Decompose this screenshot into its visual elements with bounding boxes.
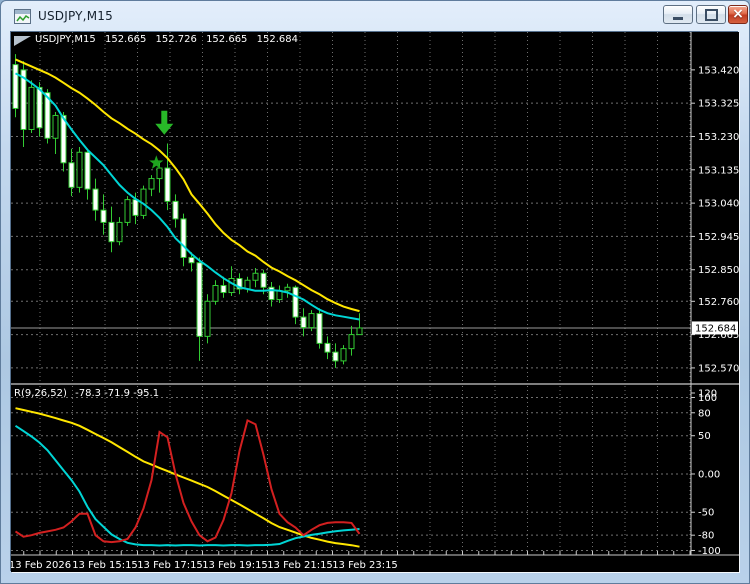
grid-layer	[11, 32, 691, 554]
svg-text:152.945: 152.945	[698, 232, 739, 243]
ma-fast-line	[16, 73, 360, 319]
svg-text:153.420: 153.420	[698, 65, 739, 76]
chart-window: USDJPY,M15 × 153.420 153.325 153.230 153.13…	[0, 0, 750, 584]
svg-text:152.684: 152.684	[695, 323, 736, 334]
svg-text:-80: -80	[698, 531, 714, 542]
pane-separator[interactable]	[11, 383, 739, 385]
header-high: 152.726	[156, 34, 197, 45]
minimize-icon	[673, 17, 683, 20]
svg-text:13 Feb 21:15: 13 Feb 21:15	[267, 560, 333, 571]
svg-text:153.135: 153.135	[698, 165, 739, 176]
indicator-values: -78.3 -71.9 -95.1	[75, 388, 159, 399]
close-button[interactable]: ×	[728, 5, 748, 24]
ma-slow-layer	[16, 59, 360, 311]
svg-text:80: 80	[698, 408, 711, 419]
svg-text:-50: -50	[698, 508, 714, 519]
header-close: 152.684	[257, 34, 298, 45]
svg-text:153.230: 153.230	[698, 132, 739, 143]
svg-text:13 Feb 15:15: 13 Feb 15:15	[72, 560, 138, 571]
svg-text:152.570: 152.570	[698, 363, 739, 374]
header-symbol: USDJPY,M15	[35, 34, 96, 45]
svg-text:153.325: 153.325	[698, 99, 739, 110]
current-price-tag: 152.684	[692, 321, 738, 334]
star-icon	[149, 155, 163, 169]
signal-star	[149, 155, 163, 169]
title-bar[interactable]: USDJPY,M15 ×	[1, 1, 749, 32]
signal-arrow	[155, 111, 173, 135]
close-icon: ×	[732, 7, 744, 21]
svg-text:153.040: 153.040	[698, 199, 739, 210]
chart-shift-marker-icon	[14, 36, 31, 46]
ohlc-header: USDJPY,M15 152.665 152.726 152.665 152.6…	[35, 34, 304, 45]
indicator-line-r26	[16, 426, 360, 546]
time-axis[interactable]: 13 Feb 202613 Feb 15:1513 Feb 17:1513 Fe…	[11, 551, 739, 571]
minimize-button[interactable]	[663, 5, 693, 24]
indicator-line-r9	[16, 420, 360, 542]
indicator-lines-layer	[16, 408, 360, 547]
window-title: USDJPY,M15	[38, 9, 113, 23]
chart-window-icon	[14, 9, 31, 24]
svg-text:13 Feb 23:15: 13 Feb 23:15	[332, 560, 398, 571]
ma-slow-line	[16, 59, 360, 311]
chart-client-area[interactable]: 153.420 153.325 153.230 153.135 153.040 152.9…	[11, 32, 739, 572]
indicator-name: R(9,26,52)	[14, 388, 67, 399]
svg-text:152.760: 152.760	[698, 297, 739, 308]
chart-canvas[interactable]: 153.420 153.325 153.230 153.135 153.040 152.9…	[11, 32, 739, 572]
svg-text:50: 50	[698, 431, 711, 442]
header-low: 152.665	[206, 34, 247, 45]
restore-button[interactable]	[696, 5, 726, 24]
candles-layer	[13, 54, 362, 368]
indicator-label: R(9,26,52) -78.3 -71.9 -95.1	[14, 388, 164, 399]
svg-text:100: 100	[698, 393, 717, 404]
svg-text:152.850: 152.850	[698, 265, 739, 276]
ma-fast-layer	[16, 73, 360, 319]
sell-arrow-icon	[155, 111, 173, 135]
restore-icon	[705, 9, 718, 21]
svg-text:0.00: 0.00	[698, 469, 720, 480]
svg-text:13 Feb 17:15: 13 Feb 17:15	[137, 560, 203, 571]
header-open: 152.665	[105, 34, 146, 45]
svg-text:13 Feb 2026: 13 Feb 2026	[11, 560, 71, 571]
indicator-scale[interactable]: 12010080500.00-50-80-100	[691, 389, 721, 557]
svg-text:13 Feb 19:15: 13 Feb 19:15	[202, 560, 268, 571]
